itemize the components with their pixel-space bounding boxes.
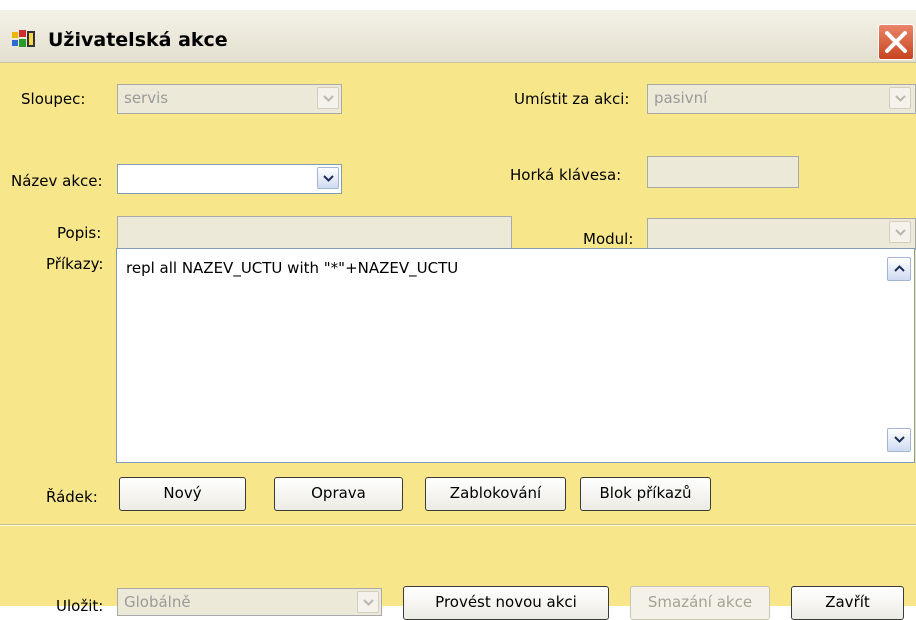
scroll-down-button[interactable]	[887, 428, 911, 452]
horka-label: Horká klávesa:	[510, 166, 622, 184]
window-title: Uživatelská akce	[48, 29, 228, 51]
footer-separator	[0, 524, 916, 526]
sloupec-dropdown-button[interactable]	[317, 87, 339, 109]
scroll-down-icon	[894, 436, 905, 443]
nazev-select[interactable]	[117, 164, 342, 194]
radek-label: Řádek:	[46, 488, 98, 506]
novy-button[interactable]: Nový	[119, 477, 246, 511]
blok-prikazu-button[interactable]: Blok příkazů	[580, 477, 711, 511]
app-icon	[12, 30, 35, 47]
ulozit-select[interactable]: Globálně	[117, 588, 382, 616]
horka-field[interactable]	[647, 156, 799, 188]
prikazy-textarea[interactable]: repl all NAZEV_UCTU with "*"+NAZEV_UCTU	[116, 248, 915, 463]
modul-label: Modul:	[583, 230, 634, 248]
ulozit-dropdown-button[interactable]	[357, 591, 379, 613]
popis-label: Popis:	[57, 224, 102, 242]
popis-field[interactable]	[117, 216, 512, 249]
provest-novou-akci-button[interactable]: Provést novou akci	[403, 586, 609, 620]
sloupec-select[interactable]: servis	[117, 84, 342, 114]
smazani-akce-button[interactable]: Smazání akce	[630, 586, 770, 620]
title-bar[interactable]: Uživatelská akce	[0, 10, 916, 63]
sloupec-label: Sloupec:	[21, 90, 86, 108]
umistit-dropdown-button[interactable]	[889, 87, 911, 109]
prikazy-value: repl all NAZEV_UCTU with "*"+NAZEV_UCTU	[126, 259, 459, 277]
umistit-select[interactable]: pasivní	[647, 84, 916, 114]
ulozit-label: Uložit:	[56, 597, 104, 615]
chevron-down-icon	[895, 95, 906, 102]
ulozit-value: Globálně	[124, 593, 191, 611]
close-icon	[885, 31, 907, 53]
scroll-up-icon	[894, 265, 905, 272]
oprava-button[interactable]: Oprava	[274, 477, 403, 511]
chevron-down-icon	[323, 175, 334, 182]
zavrit-button[interactable]: Zavřít	[791, 586, 904, 620]
sloupec-value: servis	[124, 89, 169, 107]
scroll-up-button[interactable]	[887, 257, 911, 281]
modul-dropdown-button[interactable]	[889, 221, 911, 243]
close-button[interactable]	[878, 24, 914, 60]
zablokovani-button[interactable]: Zablokování	[425, 477, 566, 511]
chevron-down-icon	[363, 599, 374, 606]
modul-select[interactable]	[647, 218, 916, 250]
umistit-value: pasivní	[654, 89, 708, 107]
umistit-label: Umístit za akci:	[514, 90, 630, 108]
prikazy-label: Příkazy:	[46, 255, 104, 273]
nazev-dropdown-button[interactable]	[317, 167, 339, 189]
user-action-dialog: Uživatelská akce Sloupec: servis Umístit…	[0, 10, 916, 620]
chevron-down-icon	[895, 229, 906, 236]
chevron-down-icon	[323, 95, 334, 102]
nazev-label: Název akce:	[11, 172, 103, 190]
